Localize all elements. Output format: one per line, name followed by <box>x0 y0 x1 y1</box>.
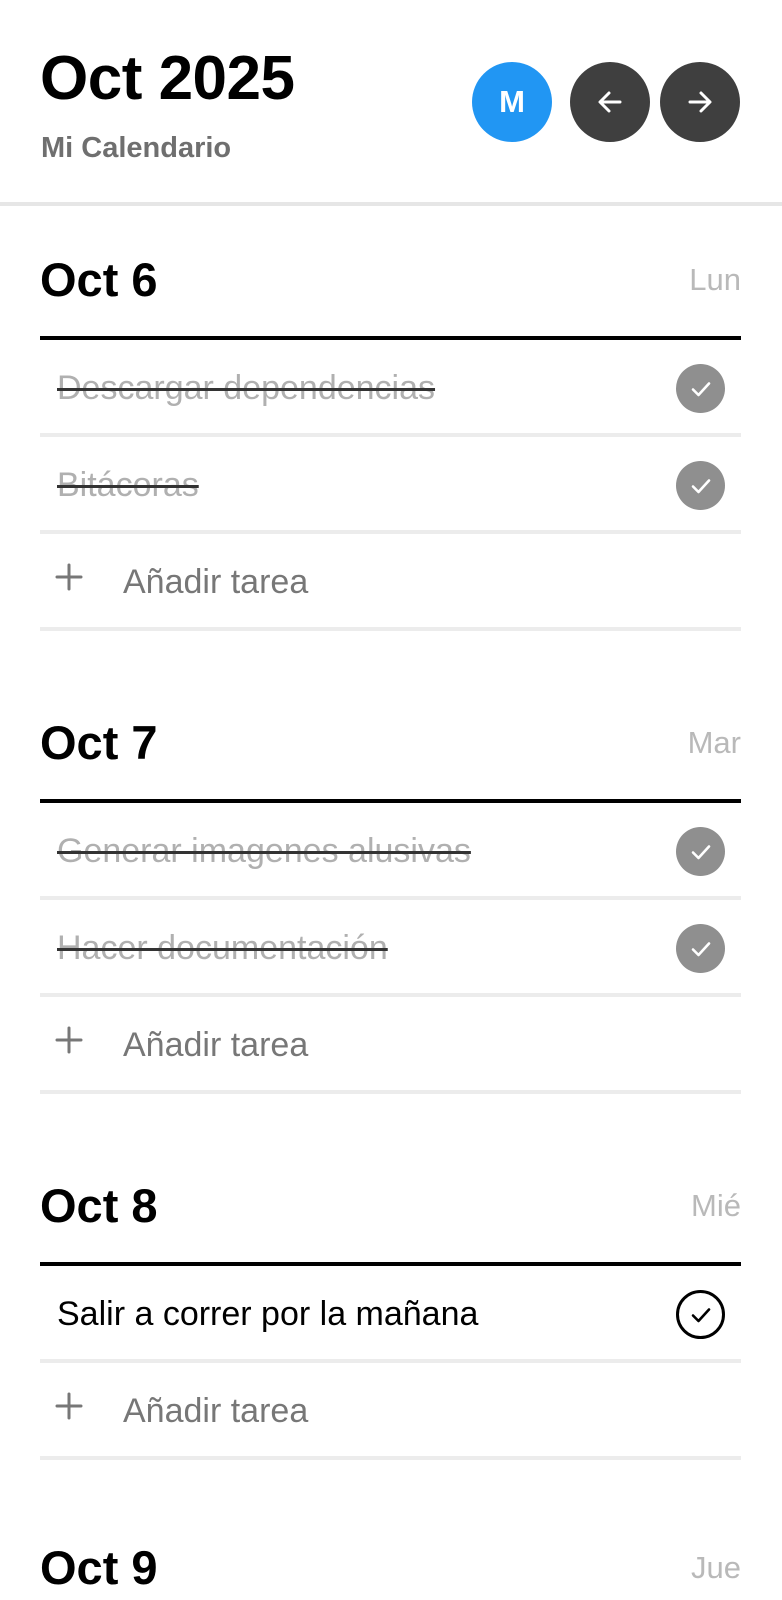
add-task-button[interactable]: Añadir tarea <box>40 997 741 1094</box>
check-circle-icon <box>691 1307 710 1322</box>
avatar[interactable]: M <box>472 62 552 142</box>
task-complete-toggle[interactable] <box>676 364 725 413</box>
check-icon <box>691 941 710 956</box>
task-item[interactable]: Bitácoras <box>40 437 741 534</box>
day-header: Oct 6 Lun <box>40 230 741 340</box>
task-complete-toggle[interactable] <box>676 461 725 510</box>
add-task-label: Añadir tarea <box>123 1392 309 1430</box>
task-text: Bitácoras <box>57 466 199 504</box>
day-date: Oct 6 <box>40 253 158 306</box>
day-section: Oct 8 Mié Salir a correr por la mañana A… <box>40 1156 741 1460</box>
task-complete-toggle[interactable] <box>676 827 725 876</box>
day-weekday: Mar <box>687 725 741 760</box>
task-text: Descargar dependencias <box>57 369 436 407</box>
task-item[interactable]: Generar imagenes alusivas <box>40 803 741 900</box>
task-complete-toggle[interactable] <box>676 924 725 973</box>
check-icon <box>691 478 710 493</box>
page-title: Oct 2025 <box>40 44 295 113</box>
calendar-name: Mi Calendario <box>41 132 232 164</box>
day-header: Oct 9 Jue <box>40 1518 741 1600</box>
day-section: Oct 7 Mar Generar imagenes alusivas Hace… <box>40 693 741 1094</box>
day-date: Oct 8 <box>40 1179 158 1232</box>
add-task-label: Añadir tarea <box>123 1026 309 1064</box>
day-weekday: Mié <box>691 1188 741 1223</box>
task-text: Hacer documentación <box>57 929 388 967</box>
day-date: Oct 7 <box>40 716 158 769</box>
task-item[interactable]: Hacer documentación <box>40 900 741 997</box>
check-icon <box>691 844 710 859</box>
plus-icon <box>55 1392 83 1420</box>
day-header: Oct 8 Mié <box>40 1156 741 1266</box>
task-text: Salir a correr por la mañana <box>57 1295 479 1333</box>
plus-icon <box>55 1026 83 1054</box>
day-weekday: Jue <box>691 1550 741 1585</box>
add-task-button[interactable]: Añadir tarea <box>40 1363 741 1460</box>
add-task-button[interactable]: Añadir tarea <box>40 534 741 631</box>
arrow-left-icon <box>598 91 622 113</box>
check-icon <box>691 381 710 396</box>
arrow-right-icon <box>688 91 712 113</box>
day-section: Oct 9 Jue <box>40 1518 741 1600</box>
day-weekday: Lun <box>689 262 741 297</box>
task-item[interactable]: Salir a correr por la mañana <box>40 1266 741 1363</box>
avatar-initial: M <box>499 84 525 119</box>
previous-week-button[interactable] <box>570 62 650 142</box>
day-section: Oct 6 Lun Descargar dependencias Bitácor… <box>40 230 741 631</box>
app-header: Oct 2025 Mi Calendario M <box>0 0 782 206</box>
day-header: Oct 7 Mar <box>40 693 741 803</box>
plus-icon <box>55 563 83 591</box>
task-item[interactable]: Descargar dependencias <box>40 340 741 437</box>
day-date: Oct 9 <box>40 1541 158 1594</box>
task-complete-toggle[interactable] <box>676 1290 725 1339</box>
next-week-button[interactable] <box>660 62 740 142</box>
task-text: Generar imagenes alusivas <box>57 832 471 870</box>
add-task-label: Añadir tarea <box>123 563 309 601</box>
